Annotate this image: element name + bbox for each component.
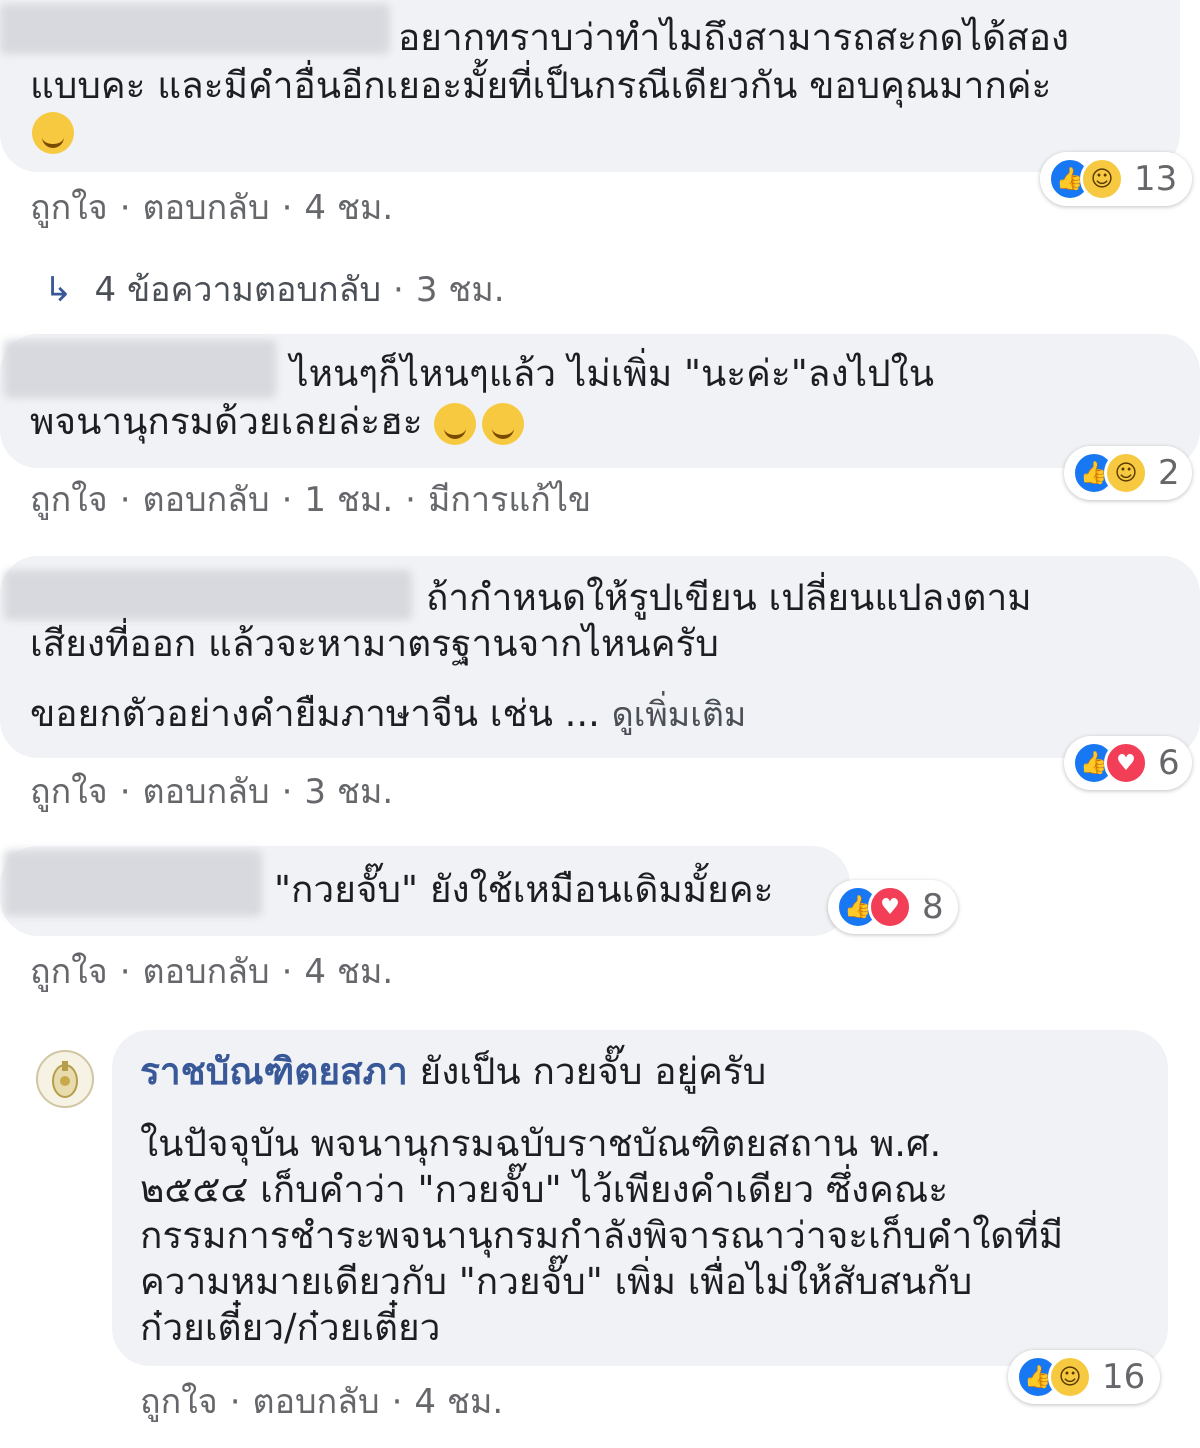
reaction-count: 16 [1102, 1357, 1146, 1397]
see-more-link[interactable]: ดูเพิ่มเติม [612, 695, 747, 735]
reply-headline: ราชบัณฑิตยสภา ยังเป็น กวยจั๊บ อยู่ครับ [140, 1048, 766, 1095]
comment-text-line: ถ้ากำหนดให้รูปเขียน เปลี่ยนแปลงตาม [426, 576, 1032, 619]
laughing-emoji-icon [434, 402, 477, 445]
reaction-summary[interactable]: 👍 ♥ 6 [1064, 736, 1192, 790]
separator: · [281, 480, 293, 520]
reply-link[interactable]: ตอบกลับ [143, 952, 270, 992]
blurred-author-name [4, 570, 412, 620]
replies-count-label[interactable]: 4 ข้อความตอบกลับ [95, 270, 382, 310]
timestamp[interactable]: 4 ชม. [304, 952, 393, 992]
comment-text-line: พจนานุกรมด้วยเลยล่ะฮะ [30, 398, 530, 445]
reply-text-line: ในปัจจุบัน พจนานุกรมฉบับราชบัณฑิตยสถาน พ… [140, 1122, 942, 1165]
blurred-author-name [4, 340, 276, 398]
comment-text: ขอยกตัวอย่างคำยืมภาษาจีน เช่น ... [30, 692, 600, 735]
separator: · [281, 772, 293, 812]
separator: · [229, 1382, 241, 1422]
reply-text-line: กรรมการชำระพจนานุกรมกำลังพิจารณาว่าจะเก็… [140, 1214, 1064, 1257]
like-link[interactable]: ถูกใจ [30, 952, 108, 992]
comment-text-line: "กวยจั๊บ" ยังใช้เหมือนเดิมมั้ยคะ [274, 868, 774, 911]
separator: · [405, 480, 416, 520]
edited-label[interactable]: มีการแก้ไข [428, 480, 591, 520]
like-link[interactable]: ถูกใจ [30, 772, 108, 812]
separator: · [281, 188, 293, 228]
separator: · [119, 952, 131, 992]
comment-text-line: เสียงที่ออก แล้วจะหามาตรฐานจากไหนครับ [30, 622, 719, 665]
reply-text-line: ๒๕๕๔ เก็บคำว่า "กวยจั๊บ" ไว้เพียงคำเดียว… [140, 1168, 949, 1211]
reaction-count: 8 [922, 887, 944, 927]
haha-icon: ☺ [1048, 1355, 1092, 1399]
reply-link[interactable]: ตอบกลับ [143, 772, 270, 812]
reply-headline-text: ยังเป็น กวยจั๊บ อยู่ครับ [419, 1050, 767, 1093]
page-avatar[interactable] [36, 1050, 94, 1108]
smile-emoji-icon [32, 112, 74, 154]
haha-icon: ☺ [1080, 157, 1124, 201]
reaction-summary[interactable]: 👍 ☺ 16 [1008, 1350, 1160, 1404]
timestamp[interactable]: 1 ชม. [304, 480, 393, 520]
view-replies-link[interactable]: ↳ 4 ข้อความตอบกลับ · 3 ชม. [44, 262, 505, 316]
reaction-summary[interactable]: 👍 ☺ 13 [1040, 152, 1192, 206]
reaction-count: 13 [1134, 159, 1178, 199]
like-link[interactable]: ถูกใจ [140, 1382, 218, 1422]
reply-author[interactable]: ราชบัณฑิตยสภา [140, 1050, 408, 1093]
separator: · [391, 1382, 403, 1422]
separator: · [119, 188, 131, 228]
timestamp[interactable]: 3 ชม. [304, 772, 393, 812]
haha-icon: ☺ [1104, 451, 1148, 495]
reply-link[interactable]: ตอบกลับ [143, 480, 270, 520]
comment-text-line: แบบคะ และมีคำอื่นอีกเยอะมั้ยที่เป็นกรณีเ… [30, 64, 1052, 107]
reaction-summary[interactable]: 👍 ♥ 8 [828, 880, 958, 934]
blurred-author-name [0, 4, 390, 54]
timestamp[interactable]: 4 ชม. [304, 188, 393, 228]
separator: · [119, 480, 131, 520]
comment-text-line: ขอยกตัวอย่างคำยืมภาษาจีน เช่น ... ดูเพิ่… [30, 690, 746, 739]
reply-link[interactable]: ตอบกลับ [143, 188, 270, 228]
reply-text-line: ความหมายเดียวกับ "กวยจั๊บ" เพิ่ม เพื่อไม… [140, 1260, 973, 1303]
reaction-count: 2 [1158, 453, 1180, 493]
timestamp[interactable]: 4 ชม. [414, 1382, 503, 1422]
reply-text-line: ก๋วยเตี๋ยว/ก๋วยเตี๋ยว [140, 1306, 441, 1349]
separator: · [393, 270, 404, 310]
comment-text-line: อยากทราบว่าทำไมถึงสามารถสะกดได้สอง [398, 16, 1069, 59]
laughing-emoji-icon [482, 402, 525, 445]
comment-actions: ถูกใจ · ตอบกลับ · 1 ชม. · มีการแก้ไข [30, 472, 591, 526]
separator: · [281, 952, 293, 992]
comment-actions: ถูกใจ · ตอบกลับ · 4 ชม. [30, 944, 393, 998]
reaction-count: 6 [1158, 743, 1180, 783]
love-icon: ♥ [868, 885, 912, 929]
separator: · [119, 772, 131, 812]
like-link[interactable]: ถูกใจ [30, 188, 108, 228]
comment-actions: ถูกใจ · ตอบกลับ · 3 ชม. [30, 764, 393, 818]
reply-link[interactable]: ตอบกลับ [253, 1382, 380, 1422]
like-link[interactable]: ถูกใจ [30, 480, 108, 520]
emblem-icon [52, 1061, 78, 1098]
love-icon: ♥ [1104, 741, 1148, 785]
replies-timestamp: 3 ชม. [415, 270, 505, 310]
comment-actions: ถูกใจ · ตอบกลับ · 4 ชม. [30, 180, 393, 234]
blurred-author-name [4, 850, 262, 916]
comment-text: พจนานุกรมด้วยเลยล่ะฮะ [30, 400, 423, 443]
reply-actions: ถูกใจ · ตอบกลับ · 4 ชม. [140, 1374, 503, 1428]
reaction-summary[interactable]: 👍 ☺ 2 [1064, 446, 1192, 500]
comment-text-line: ไหนๆก็ไหนๆแล้ว ไม่เพิ่ม "นะค่ะ"ลงไปใน [290, 352, 934, 395]
reply-arrow-icon: ↳ [44, 270, 73, 310]
